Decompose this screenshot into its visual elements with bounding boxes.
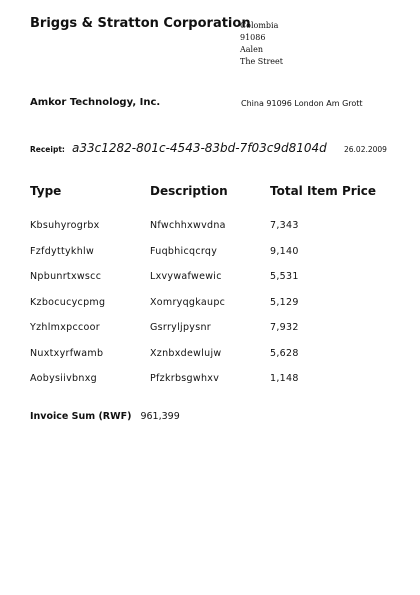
sender-name: Briggs & Stratton Corporation [30,16,251,31]
cell-type: Kzbocucycpmg [30,296,106,308]
table-row: Fzfdyttykhlw Fuqbhicqcrqy 9,140 [30,246,390,272]
column-header-type: Type [30,184,62,198]
cell-description: Fuqbhicqcrqy [150,245,218,257]
cell-price: 5,628 [270,347,299,359]
cell-price: 9,140 [270,245,299,257]
items-table: Type Description Total Item Price Kbsuhy… [30,184,390,399]
recipient-address: China 91096 London Am Grott [241,99,363,108]
cell-description: Xznbxdewlujw [150,347,222,359]
column-header-description: Description [150,184,228,198]
cell-type: Nuxtxyrfwamb [30,347,104,359]
cell-price: 7,932 [270,322,299,333]
table-header: Type Description Total Item Price [30,184,390,220]
cell-price: 1,148 [270,373,299,384]
invoice-total: Invoice Sum (RWF) 961,399 [30,411,180,422]
cell-type: Yzhlmxpccoor [30,322,100,333]
cell-type: Npbunrtxwscc [30,271,102,282]
table-row: Kbsuhyrogrbx Nfwchhxwvdna 7,343 [30,220,390,246]
sender-address-line: Colombia [240,21,279,30]
invoice-total-label: Invoice Sum (RWF) [30,411,132,422]
sender-address: Colombia 91086 Aalen The Street [240,20,283,68]
column-header-price: Total Item Price [270,184,377,198]
table-row: Npbunrtxwscc Lxvywafwewic 5,531 [30,271,390,297]
recipient-name: Amkor Technology, Inc. [30,97,161,108]
cell-type: Fzfdyttykhlw [30,245,95,257]
table-row: Kzbocucycpmg Xomryqgkaupc 5,129 [30,297,390,323]
cell-description: Lxvywafwewic [150,271,222,282]
table-row: Aobysiivbnxg Pfzkrbsgwhxv 1,148 [30,373,390,399]
cell-price: 7,343 [270,220,299,231]
cell-type: Aobysiivbnxg [30,373,97,384]
cell-description: Nfwchhxwvdna [150,220,226,231]
cell-description: Xomryqgkaupc [150,296,226,308]
sender-address-line: Aalen [240,45,263,54]
sender-address-line: 91086 [240,33,266,42]
cell-description: Gsrryljpysnr [150,322,211,333]
cell-price: 5,129 [270,296,299,308]
receipt-date: 26.02.2009 [344,145,387,154]
sender-address-line: The Street [240,57,283,66]
receipt-label: Receipt: [30,145,65,154]
cell-description: Pfzkrbsgwhxv [150,373,220,384]
invoice-total-value: 961,399 [140,411,180,422]
table-row: Nuxtxyrfwamb Xznbxdewlujw 5,628 [30,348,390,374]
cell-type: Kbsuhyrogrbx [30,220,100,231]
table-row: Yzhlmxpccoor Gsrryljpysnr 7,932 [30,322,390,348]
receipt-id: a33c1282-801c-4543-83bd-7f03c9d8104d [72,141,327,155]
cell-price: 5,531 [270,271,299,282]
